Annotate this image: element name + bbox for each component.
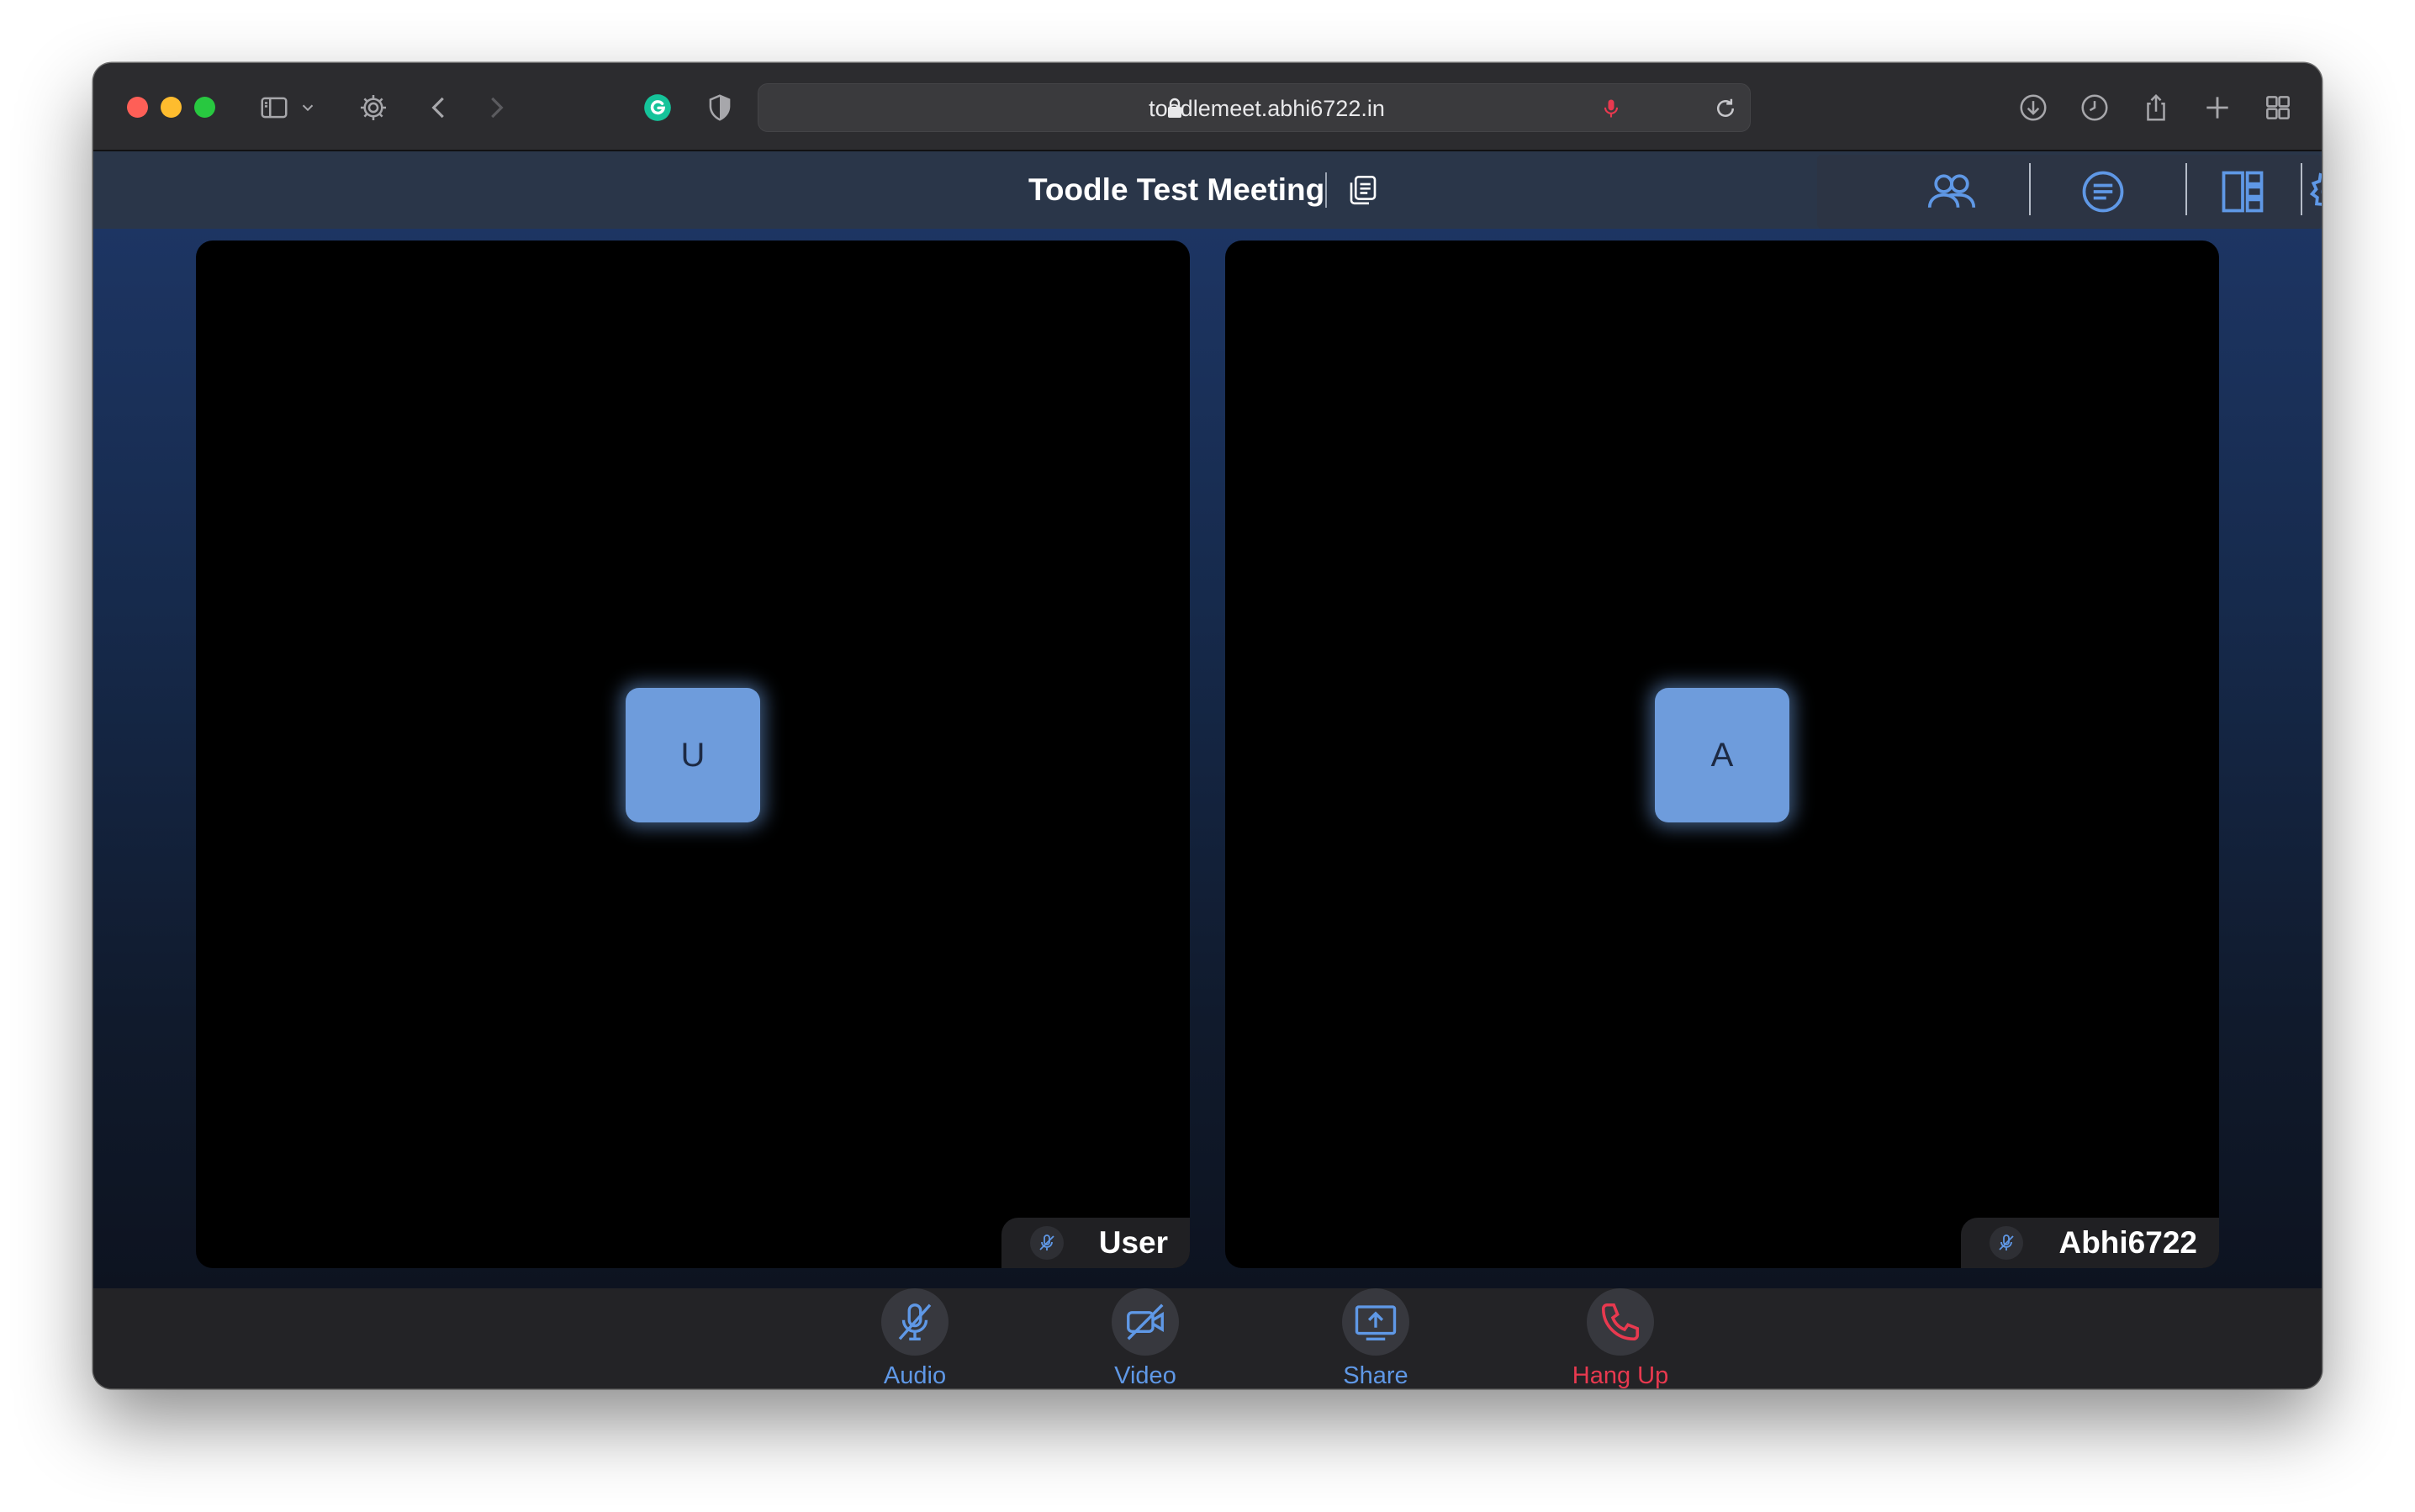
header-tools [1817,155,2322,229]
forward-icon[interactable] [477,88,515,127]
history-clock-icon[interactable] [2075,88,2114,127]
gear-icon[interactable] [354,88,393,127]
meeting-header: Toodle Test Meeting [93,151,2322,229]
participant-name: Abhi6722 [2058,1225,2197,1260]
chat-button[interactable] [2073,161,2133,222]
participant-tile[interactable]: A Abhi6722 [1225,241,2219,1268]
reload-icon[interactable] [1713,96,1738,121]
hang-up-label: Hang Up [1572,1362,1669,1388]
hang-up-button[interactable]: Hang Up [1553,1288,1688,1388]
copy-meeting-link-button[interactable] [1343,170,1383,210]
address-bar[interactable]: toodlemeet.abhi6722.in [758,83,1751,132]
sidebar-toggle-icon[interactable] [255,88,293,127]
settings-button[interactable] [2305,161,2322,222]
browser-toolbar: toodlemeet.abhi6722.in [93,63,2322,151]
participants-button[interactable] [1921,161,1982,222]
avatar: U [626,688,760,822]
settings-gear-icon [2309,172,2322,206]
copy-icon [1350,175,1377,205]
layout-icon [2222,171,2264,213]
phone-hangup-icon [1587,1288,1654,1356]
video-button[interactable]: Video [1078,1288,1213,1388]
share-label: Share [1343,1362,1408,1388]
participant-name-tag: User [1001,1218,1190,1268]
avatar: A [1655,688,1789,822]
minimize-window-button[interactable] [161,97,182,118]
layout-button[interactable] [2212,161,2273,222]
zoom-window-button[interactable] [194,97,215,118]
participant-name-tag: Abhi6722 [1961,1218,2219,1268]
audio-label: Audio [883,1362,947,1388]
mic-off-icon [881,1288,949,1356]
participant-tile[interactable]: U User [196,241,1190,1268]
participants-icon [1927,174,1976,208]
video-stage: U User A Abhi6722 [93,229,2322,1288]
video-label: Video [1114,1362,1176,1388]
participant-name: User [1098,1225,1168,1260]
microphone-in-use-icon[interactable] [1599,96,1623,121]
screen-share-icon [1342,1288,1409,1356]
mic-muted-icon [1990,1226,2024,1260]
tab-overview-icon[interactable] [2259,88,2297,127]
share-screen-button[interactable]: Share [1308,1288,1443,1388]
grammarly-extension-icon[interactable] [638,88,677,127]
chat-icon [2082,171,2124,213]
privacy-shield-icon[interactable] [700,88,739,127]
camera-off-icon [1112,1288,1179,1356]
title-divider [1325,172,1327,208]
meeting-title: Toodle Test Meeting [1028,172,1325,207]
downloads-icon[interactable] [2014,88,2053,127]
share-icon[interactable] [2137,88,2175,127]
back-icon[interactable] [420,88,458,127]
new-tab-plus-icon[interactable] [2198,88,2237,127]
close-window-button[interactable] [127,97,148,118]
audio-button[interactable]: Audio [848,1288,982,1388]
chevron-down-icon[interactable] [295,88,320,127]
meeting-controls: Audio Video Share Hang Up [93,1288,2322,1388]
browser-window: toodlemeet.abhi6722.in Toodle Test Meeti… [93,63,2322,1388]
mic-muted-icon [1029,1226,1064,1260]
